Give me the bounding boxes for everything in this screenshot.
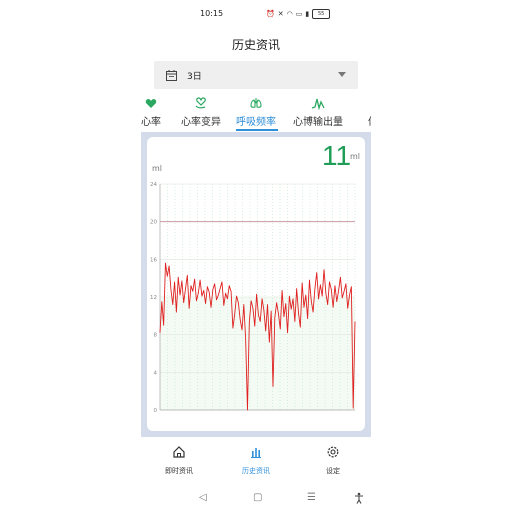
tab-heart-rate[interactable]: 心率 — [141, 92, 167, 132]
heart-hand-icon — [195, 97, 206, 109]
y-axis-label: ml — [152, 164, 163, 173]
y-tick-label: 12 — [150, 295, 157, 301]
page-title: 历史资讯 — [231, 38, 280, 52]
nav-settings[interactable]: 设定 — [293, 445, 373, 476]
nav-label: 即时资讯 — [165, 467, 193, 475]
settings-icon — [327, 446, 339, 458]
tab-label: 呼吸频率 — [236, 117, 276, 128]
y-tick-label: 16 — [150, 257, 157, 263]
back-button[interactable]: ◁ — [199, 492, 207, 503]
battery-icon: 55 — [312, 9, 331, 19]
y-tick-label: 20 — [150, 220, 157, 226]
status-time: 10:15 — [200, 9, 224, 18]
current-unit: ml — [350, 152, 361, 161]
battery-level: 55 — [318, 11, 325, 17]
tab-label: 心率变异 — [181, 117, 221, 128]
tab-label: 心博输出量 — [293, 117, 343, 128]
lungs-icon — [250, 98, 262, 108]
recents-button[interactable]: ☰ — [307, 492, 316, 503]
y-tick-label: 8 — [154, 333, 158, 339]
y-tick-label: 0 — [154, 408, 158, 414]
home-button[interactable]: ▢ — [253, 492, 262, 503]
body-icon — [366, 96, 371, 110]
tab-respiration[interactable]: 呼吸频率 — [234, 92, 278, 132]
date-range-select[interactable]: 3日 — [154, 61, 358, 89]
tab-body[interactable]: 体 — [361, 92, 371, 132]
y-tick-label: 24 — [150, 182, 157, 188]
nav-label: 设定 — [326, 467, 340, 475]
waveform-icon — [311, 98, 325, 110]
tab-cardiac-output[interactable]: 心博输出量 — [289, 92, 347, 132]
chevron-down-icon — [338, 72, 346, 77]
accessibility-icon[interactable] — [354, 492, 364, 504]
nav-history[interactable]: 历史资讯 — [216, 445, 296, 476]
tab-label: 心率 — [141, 117, 161, 128]
calendar-icon — [166, 69, 177, 81]
tab-label: 体 — [361, 113, 371, 128]
y-tick-label: 4 — [154, 370, 158, 376]
mute-icon: ✕ — [277, 10, 284, 18]
status-icons: ⏰ ✕ ◠ ▭ ▮ 55 — [266, 8, 331, 20]
wifi-icon: ◠ — [286, 10, 293, 18]
bar-chart-icon — [251, 448, 261, 458]
tab-hrv[interactable]: 心率变异 — [177, 92, 225, 132]
alarm-icon: ⏰ — [266, 10, 275, 18]
respiration-chart: 0 4 8 12 16 20 24 — [150, 182, 356, 414]
signal-icon: ▮ — [305, 10, 310, 18]
sim-icon: ▭ — [295, 10, 303, 18]
home-icon — [173, 446, 185, 458]
heart-rate-icon — [145, 99, 157, 108]
active-tab-indicator — [236, 129, 278, 131]
date-range-value: 3日 — [187, 71, 202, 82]
current-value: 11 — [322, 140, 352, 171]
metric-tabs: 心率 心率变异 呼吸频率 心博输出量 体 — [141, 92, 371, 132]
nav-realtime[interactable]: 即时资讯 — [139, 445, 219, 476]
nav-label: 历史资讯 — [242, 467, 270, 475]
